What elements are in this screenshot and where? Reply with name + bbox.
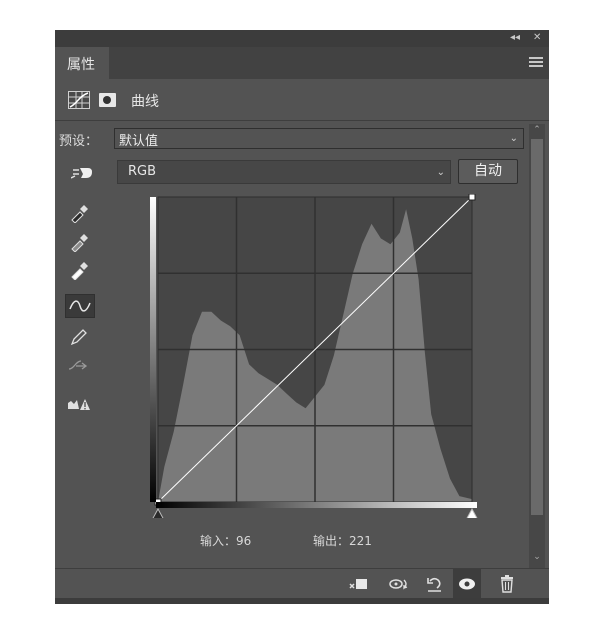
close-icon[interactable]: ✕ — [533, 31, 541, 45]
white-point-slider[interactable] — [466, 507, 478, 518]
eye-icon[interactable] — [453, 569, 481, 599]
adjustment-title: 曲线 — [131, 94, 159, 110]
panel-tabbar: 属性 — [55, 47, 549, 79]
channel-select[interactable]: RGB ⌄ — [117, 160, 451, 184]
scroll-down-icon[interactable]: ⌄ — [531, 552, 543, 562]
preset-select[interactable]: 默认值 ⌄ — [114, 128, 524, 149]
scroll-thumb[interactable] — [531, 139, 543, 515]
reset-icon[interactable] — [425, 575, 443, 593]
panel-bottom-edge — [55, 598, 549, 604]
eyedropper-white-icon[interactable] — [66, 260, 90, 281]
preset-label: 预设： — [59, 134, 99, 149]
black-point-slider[interactable] — [152, 507, 164, 518]
layer-mask-icon[interactable] — [99, 93, 116, 107]
eyedropper-black-icon[interactable] — [66, 203, 90, 224]
pencil-icon[interactable] — [66, 327, 90, 347]
view-previous-state-icon[interactable] — [388, 575, 408, 593]
panel-scrollbar[interactable]: ⌃ ⌄ — [529, 124, 545, 568]
scroll-up-icon[interactable]: ⌃ — [531, 125, 543, 135]
clip-to-layer-icon[interactable] — [349, 575, 367, 593]
input-gradient-bar — [156, 502, 477, 508]
panel-titlebar: ◂◂ ✕ — [55, 30, 549, 47]
curves-graph[interactable] — [150, 194, 480, 518]
chevron-down-icon: ⌄ — [509, 133, 518, 144]
output-readout: 输出：221 — [313, 534, 372, 548]
panel-footer — [55, 568, 549, 599]
chevron-down-icon: ⌄ — [436, 167, 445, 178]
trash-icon[interactable] — [498, 575, 516, 593]
curve-control-point[interactable] — [468, 194, 476, 201]
panel-menu-icon[interactable] — [529, 57, 543, 67]
clipping-warning-icon[interactable] — [66, 395, 90, 415]
eyedropper-gray-icon[interactable] — [66, 232, 90, 253]
double-chevron-left-icon[interactable]: ◂◂ — [510, 31, 520, 45]
smooth-curve-icon[interactable] — [66, 356, 90, 376]
adjustment-header: 曲线 — [55, 79, 549, 121]
auto-button[interactable]: 自动 — [458, 159, 518, 184]
tab-properties[interactable]: 属性 — [55, 47, 109, 79]
output-gradient-bar — [150, 197, 156, 502]
curves-adjustment-icon[interactable] — [68, 91, 90, 109]
channel-value: RGB — [128, 164, 157, 179]
input-readout: 输入：96 — [200, 534, 252, 548]
on-image-adjust-icon[interactable] — [70, 165, 93, 181]
preset-value: 默认值 — [119, 134, 159, 149]
properties-panel: ◂◂ ✕ 属性 曲线 预设： 默认值 ⌄ ⌃ ⌄ RGB ⌄ 自动 输入：96 … — [55, 30, 549, 604]
curve-points-icon[interactable] — [65, 294, 95, 318]
